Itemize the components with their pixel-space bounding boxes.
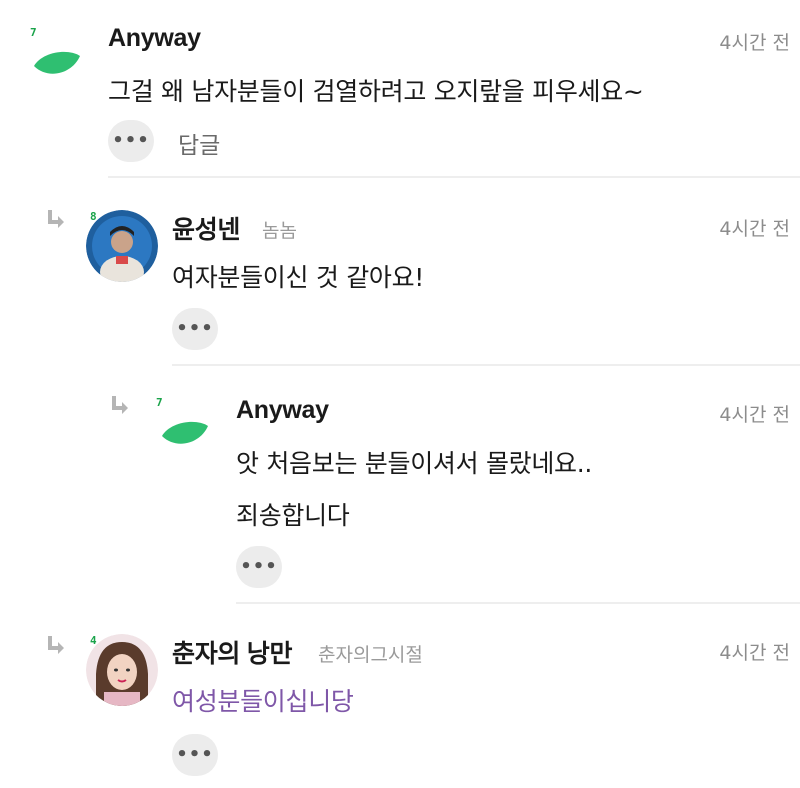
more-options-icon: ••• [176,744,214,765]
more-options-icon: ••• [112,130,150,151]
level-badge: 7 [30,26,37,39]
author-nickname: 춘자의그시절 [318,644,423,666]
leaf-icon [34,51,80,74]
comment-text: 앗 처음보는 분들이셔서 몰랐네요.. [236,449,593,478]
timestamp: 4시간 전 [719,32,790,54]
timestamp: 4시간 전 [719,218,790,240]
more-options-button[interactable]: ••• [108,120,154,162]
more-options-button[interactable]: ••• [172,308,218,350]
divider [236,602,800,604]
timestamp: 4시간 전 [719,642,790,664]
author-name[interactable]: Anyway [108,24,201,53]
timestamp: 4시간 전 [719,404,790,426]
more-options-button[interactable]: ••• [172,734,218,776]
author-nickname: 놈놈 [262,220,297,242]
reply-arrow-icon [48,210,64,228]
level-badge: 7 [156,396,163,409]
reply-arrow-icon [48,636,64,654]
comment-text: 죄송합니다 [236,501,350,530]
reply-button[interactable]: 답글 [178,126,220,160]
leaf-icon [162,421,208,444]
author-name[interactable]: 윤성넨 [172,210,240,246]
more-options-icon: ••• [176,318,214,339]
comment-text: 여자분들이신 것 같아요! [172,263,425,292]
more-options-button[interactable]: ••• [236,546,282,588]
author-name[interactable]: Anyway [236,396,329,425]
comment-text: 그걸 왜 남자분들이 검열하려고 오지랖을 피우세요~ [108,77,644,106]
level-badge: 4 [90,634,97,647]
avatar[interactable] [86,210,158,282]
more-options-icon: ••• [240,556,278,577]
divider [172,364,800,366]
divider [108,176,800,178]
author-name[interactable]: 춘자의 낭만 [172,634,292,670]
comment-text: 여성분들이십니당 [172,687,354,716]
reply-arrow-icon [112,396,128,414]
